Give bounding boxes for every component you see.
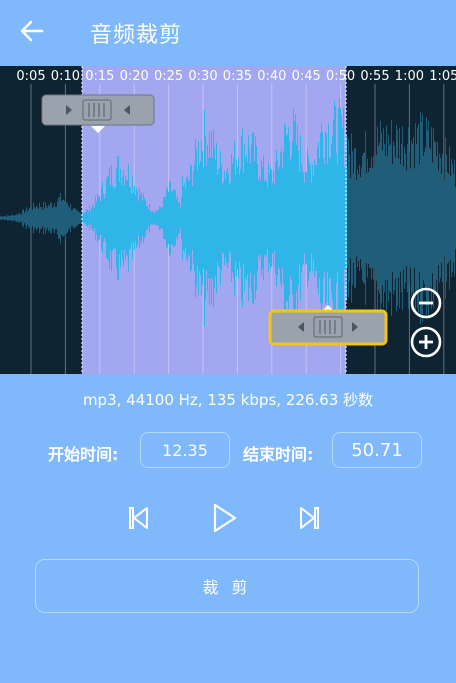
trim-button[interactable]: 裁 剪	[35, 559, 419, 613]
time-tick-label: 0:35	[223, 69, 252, 84]
zoom-in-icon[interactable]	[409, 325, 443, 359]
time-tick-label: 0:45	[292, 69, 321, 84]
play-icon[interactable]	[205, 500, 241, 536]
time-tick-label: 0:55	[360, 69, 389, 84]
end-time-label: 结束时间:	[243, 445, 314, 464]
time-tick-label: 0:50	[326, 69, 355, 84]
end-time-field[interactable]: 50.71	[332, 432, 422, 468]
time-tick-label: 0:30	[188, 69, 217, 84]
time-tick-label: 0:40	[257, 69, 286, 84]
skip-previous-icon[interactable]	[120, 500, 156, 536]
waveform-editor[interactable]: 0:05 0:10 0:15 0:20 0:25 0:30 0:35 0:40 0:45 0:50…	[0, 66, 456, 374]
app-header: 音频裁剪	[0, 0, 456, 66]
start-time-label: 开始时间:	[48, 445, 119, 464]
time-tick-label: 0:05	[16, 69, 45, 84]
back-arrow-icon[interactable]	[16, 16, 50, 46]
audio-info: mp3, 44100 Hz, 135 kbps, 226.63 秒数	[82, 391, 374, 409]
time-tick-label: 0:25	[154, 69, 183, 84]
zoom-out-icon[interactable]	[409, 286, 443, 320]
page-title: 音频裁剪	[90, 23, 183, 48]
time-tick-label: 0:10	[51, 69, 80, 84]
time-tick-label: 1:00	[395, 69, 424, 84]
start-time-field[interactable]: 12.35	[140, 432, 230, 468]
time-tick-label: 1:05	[429, 69, 456, 84]
skip-next-icon[interactable]	[292, 500, 328, 536]
time-tick-label: 0:20	[120, 69, 149, 84]
time-tick-label: 0:15	[85, 69, 114, 84]
